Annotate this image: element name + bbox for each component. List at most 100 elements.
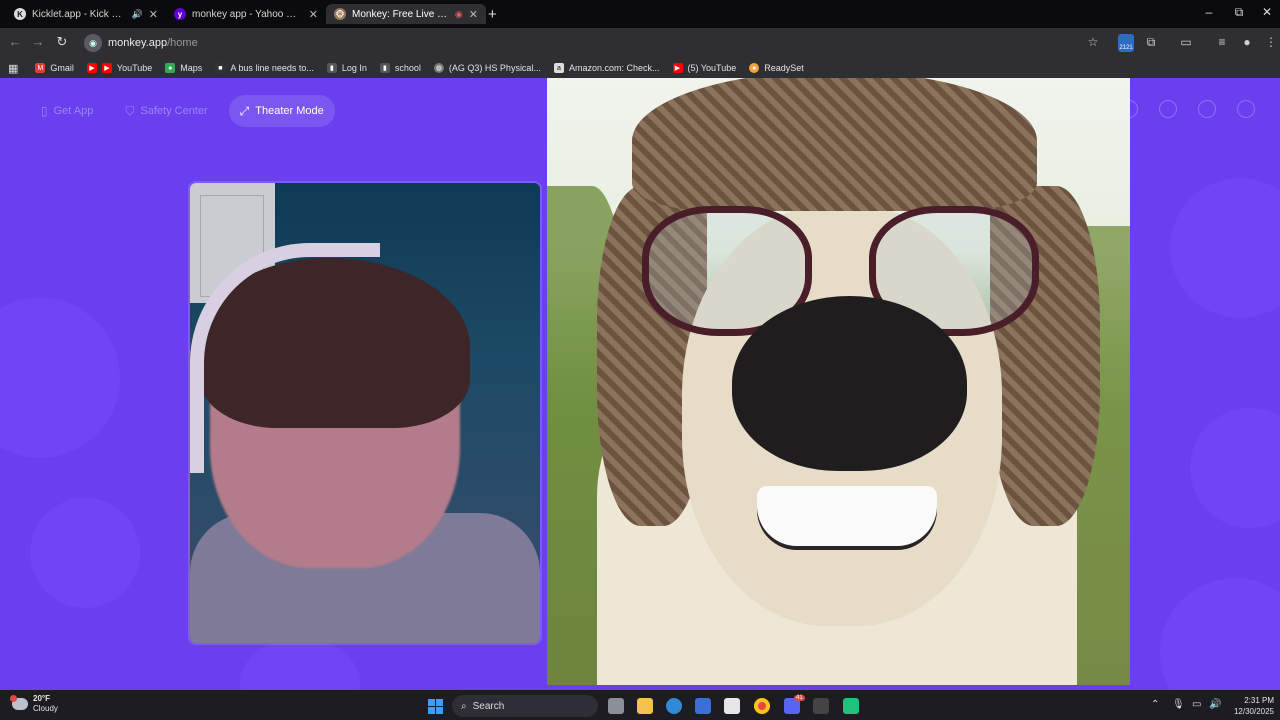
- theater-mode-label: Theater Mode: [255, 105, 324, 117]
- safety-center-button[interactable]: ⛉ Safety Center: [114, 95, 218, 127]
- close-tab-icon[interactable]: ✕: [149, 8, 158, 21]
- amazon-icon: a: [553, 63, 564, 73]
- document-icon: ■: [215, 63, 226, 73]
- bookmark-label: ReadySet: [764, 63, 804, 73]
- bookmark-youtube-icon[interactable]: ▶: [86, 63, 97, 73]
- bookmark-bus-line[interactable]: ■ A bus line needs to...: [215, 63, 314, 73]
- media-icon[interactable]: ≡: [1212, 35, 1232, 49]
- shield-icon: ⛉: [125, 103, 135, 118]
- youtube-icon: ▶: [672, 63, 683, 73]
- login-icon: ▮: [326, 63, 337, 73]
- expand-icon: ⤢: [239, 103, 250, 118]
- url-host: monkey.app: [108, 37, 168, 49]
- volume-icon[interactable]: 🔊: [1209, 699, 1221, 710]
- background-blob: [1190, 408, 1280, 528]
- dog-nose: [732, 296, 967, 471]
- weather-condition: Cloudy: [33, 704, 58, 713]
- bookmark-youtube[interactable]: ▶ YouTube: [101, 63, 153, 73]
- extension-2121-icon[interactable]: 2121: [1118, 34, 1134, 52]
- weather-temp: 20°F: [33, 694, 50, 703]
- bookmark-label: YouTube: [116, 63, 153, 73]
- new-tab-button[interactable]: +: [488, 6, 497, 23]
- bookmark-label: A bus line needs to...: [230, 63, 314, 73]
- history-icon[interactable]: [1159, 100, 1177, 118]
- search-label: Search: [472, 700, 505, 712]
- file-explorer-icon[interactable]: [637, 698, 653, 714]
- microphone-icon[interactable]: 🎙: [1172, 699, 1185, 710]
- tab-yahoo[interactable]: y monkey app - Yahoo Search Re... ✕: [166, 4, 326, 24]
- edge-icon[interactable]: [666, 698, 682, 714]
- background-blob: [1160, 578, 1280, 690]
- reload-button[interactable]: ↻: [52, 34, 72, 50]
- bookmark-gmail[interactable]: M Gmail: [35, 63, 74, 73]
- url-path: /home: [167, 37, 198, 49]
- close-tab-icon[interactable]: ✕: [469, 8, 478, 21]
- store-icon[interactable]: [724, 698, 740, 714]
- bookmark-hs-physical[interactable]: ◍ (AG Q3) HS Physical...: [433, 63, 541, 73]
- remote-video-feed: [547, 78, 1130, 685]
- address-bar[interactable]: ◉ monkey.app /home: [80, 31, 1110, 55]
- site-info-icon[interactable]: ◉: [84, 34, 102, 52]
- search-icon: ⌕: [461, 700, 467, 712]
- readyset-icon: ●: [749, 63, 760, 73]
- tab-monkey[interactable]: 🐵 Monkey: Free Live Video Ch... ◉ ✕: [326, 4, 486, 24]
- monkey-avatar-icon[interactable]: [1237, 100, 1255, 118]
- plaid-hat: [632, 78, 1037, 211]
- extensions-icon[interactable]: ⧉: [1141, 35, 1161, 50]
- background-blob: [240, 638, 360, 690]
- chrome-icon[interactable]: [754, 698, 770, 714]
- chat-icon[interactable]: [1198, 100, 1216, 118]
- background-blob: [1170, 178, 1280, 318]
- cloudy-icon: [10, 695, 28, 710]
- network-icon[interactable]: ▭: [1192, 699, 1201, 710]
- school-icon: ▮: [379, 63, 390, 73]
- bookmark-school[interactable]: ▮ school: [379, 63, 421, 73]
- bookmarks-bar: ▦ M Gmail ▶ ▶ YouTube ● Maps ■ A bus line ne…: [0, 58, 1280, 78]
- forward-button[interactable]: →: [28, 34, 48, 49]
- recording-icon: ◉: [454, 8, 463, 19]
- bookmark-maps[interactable]: ● Maps: [165, 63, 202, 73]
- tab-kicklet[interactable]: K Kicklet.app - Kick Chatbot & ... 🔊 ✕: [6, 4, 166, 24]
- self-video-feed: [190, 183, 540, 643]
- browser-toolbar: ← → ↻ ◉ monkey.app /home ☆ 2121 ⧉ ▭ ≡ ● …: [0, 28, 1280, 58]
- minimize-button[interactable]: –: [1194, 5, 1224, 19]
- tab-title: Kicklet.app - Kick Chatbot & ...: [32, 8, 126, 20]
- mail-icon[interactable]: [695, 698, 711, 714]
- monkey-app-page: ▯ Get App ⛉ Safety Center ⤢ Theater Mode: [0, 78, 1280, 690]
- sidepanel-icon[interactable]: ▭: [1176, 35, 1196, 49]
- apps-icon[interactable]: ▦: [8, 62, 18, 75]
- get-app-button[interactable]: ▯ Get App: [30, 95, 104, 127]
- tab-title: Monkey: Free Live Video Ch...: [352, 8, 449, 20]
- chevron-up-icon[interactable]: ⌃: [1151, 699, 1159, 710]
- bookmark-amazon[interactable]: a Amazon.com: Check...: [553, 63, 660, 73]
- bookmark-star-icon[interactable]: ☆: [1083, 35, 1103, 49]
- windows-start-icon[interactable]: [428, 699, 443, 714]
- bookmark-label: Gmail: [50, 63, 74, 73]
- app-icon[interactable]: [843, 698, 859, 714]
- menu-icon[interactable]: ⋮: [1261, 35, 1280, 49]
- bookmark-label: Log In: [341, 63, 367, 73]
- app-icon[interactable]: [813, 698, 829, 714]
- back-button[interactable]: ←: [5, 34, 25, 49]
- fake-teeth: [757, 486, 937, 546]
- get-app-label: Get App: [53, 105, 94, 117]
- bookmark-log-in[interactable]: ▮ Log In: [326, 63, 367, 73]
- background-blob: [30, 498, 140, 608]
- theater-mode-button[interactable]: ⤢ Theater Mode: [228, 95, 335, 127]
- maximize-button[interactable]: ⧉: [1224, 5, 1254, 20]
- close-tab-icon[interactable]: ✕: [309, 8, 318, 21]
- task-view-icon[interactable]: [608, 698, 624, 714]
- bookmark-5-youtube[interactable]: ▶ (5) YouTube: [672, 63, 736, 73]
- background-blob: [0, 298, 120, 458]
- close-window-button[interactable]: ✕: [1252, 5, 1280, 19]
- clock-time: 2:31 PM: [1244, 696, 1274, 705]
- taskbar-search[interactable]: ⌕ Search: [452, 695, 598, 717]
- weather-widget[interactable]: 20°F Cloudy: [10, 694, 58, 714]
- maps-icon: ●: [165, 63, 176, 73]
- youtube-icon: ▶: [86, 63, 97, 73]
- profile-icon[interactable]: ●: [1237, 35, 1257, 49]
- bookmark-readyset[interactable]: ● ReadySet: [749, 63, 804, 73]
- discord-badge: 41: [794, 695, 805, 701]
- clock[interactable]: 2:31 PM 12/30/2025: [1226, 695, 1274, 717]
- speaker-icon[interactable]: 🔊: [132, 9, 143, 20]
